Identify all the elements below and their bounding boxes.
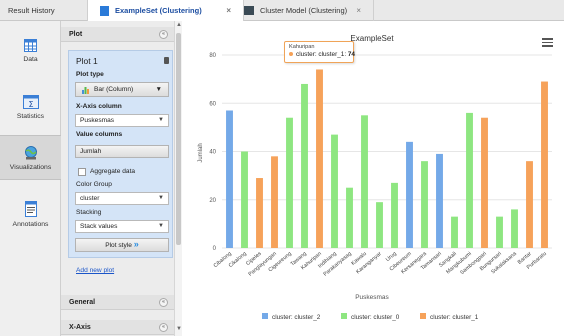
bar-cluster-cluster-2[interactable] bbox=[226, 110, 233, 248]
legend-item-label[interactable]: cluster: cluster_0 bbox=[351, 314, 400, 321]
y-axis-title: Jumlah bbox=[198, 143, 204, 162]
bar-cluster-cluster-0[interactable] bbox=[496, 216, 503, 248]
y-tick-label: 80 bbox=[209, 53, 216, 59]
bar-cluster-cluster-0[interactable] bbox=[361, 115, 368, 248]
y-tick-label: 40 bbox=[209, 150, 216, 156]
bar-cluster-cluster-0[interactable] bbox=[331, 134, 338, 248]
chart-tooltip: Kahuripan cluster: cluster_1: 74 bbox=[284, 41, 355, 63]
bar-cluster-cluster-1[interactable] bbox=[541, 81, 548, 248]
bar-cluster-cluster-0[interactable] bbox=[286, 117, 293, 248]
bar-chart: ExampleSet 020406080 CibalongCikalongCip… bbox=[198, 34, 552, 321]
bar-cluster-cluster-1[interactable] bbox=[256, 178, 263, 248]
tooltip-series-dot bbox=[289, 52, 293, 56]
chart-menu-icon[interactable] bbox=[542, 38, 553, 49]
bar-cluster-cluster-0[interactable] bbox=[451, 216, 458, 248]
bar-cluster-cluster-0[interactable] bbox=[346, 187, 353, 248]
y-tick-label: 0 bbox=[213, 246, 217, 252]
bar-cluster-cluster-1[interactable] bbox=[316, 69, 323, 248]
tooltip-value: 74 bbox=[347, 51, 355, 58]
legend-swatch bbox=[420, 313, 426, 319]
tooltip-row: cluster: cluster_1: 74 bbox=[289, 51, 355, 58]
bar-cluster-cluster-2[interactable] bbox=[406, 141, 413, 248]
bar-cluster-cluster-0[interactable] bbox=[391, 182, 398, 248]
chart-title: ExampleSet bbox=[350, 34, 394, 43]
y-tick-label: 20 bbox=[209, 198, 216, 204]
bar-cluster-cluster-0[interactable] bbox=[511, 209, 518, 248]
legend-swatch bbox=[341, 313, 347, 319]
y-tick-label: 60 bbox=[209, 101, 216, 107]
tooltip-series: cluster: cluster_1 bbox=[296, 51, 345, 58]
bar-cluster-cluster-0[interactable] bbox=[241, 151, 248, 249]
bar-cluster-cluster-0[interactable] bbox=[376, 202, 383, 248]
bar-cluster-cluster-0[interactable] bbox=[421, 161, 428, 248]
bar-cluster-cluster-1[interactable] bbox=[526, 161, 533, 248]
bar-cluster-cluster-1[interactable] bbox=[481, 117, 488, 248]
tooltip-title: Kahuripan bbox=[289, 44, 315, 50]
legend-item-label[interactable]: cluster: cluster_2 bbox=[272, 314, 321, 321]
bar-cluster-cluster-1[interactable] bbox=[271, 156, 278, 248]
bar-cluster-cluster-0[interactable] bbox=[301, 83, 308, 248]
legend-swatch bbox=[262, 313, 268, 319]
x-axis-title: Puskesmas bbox=[355, 294, 389, 301]
bar-cluster-cluster-0[interactable] bbox=[466, 112, 473, 249]
bar-cluster-cluster-2[interactable] bbox=[436, 153, 443, 248]
legend-item-label[interactable]: cluster: cluster_1 bbox=[430, 314, 479, 321]
